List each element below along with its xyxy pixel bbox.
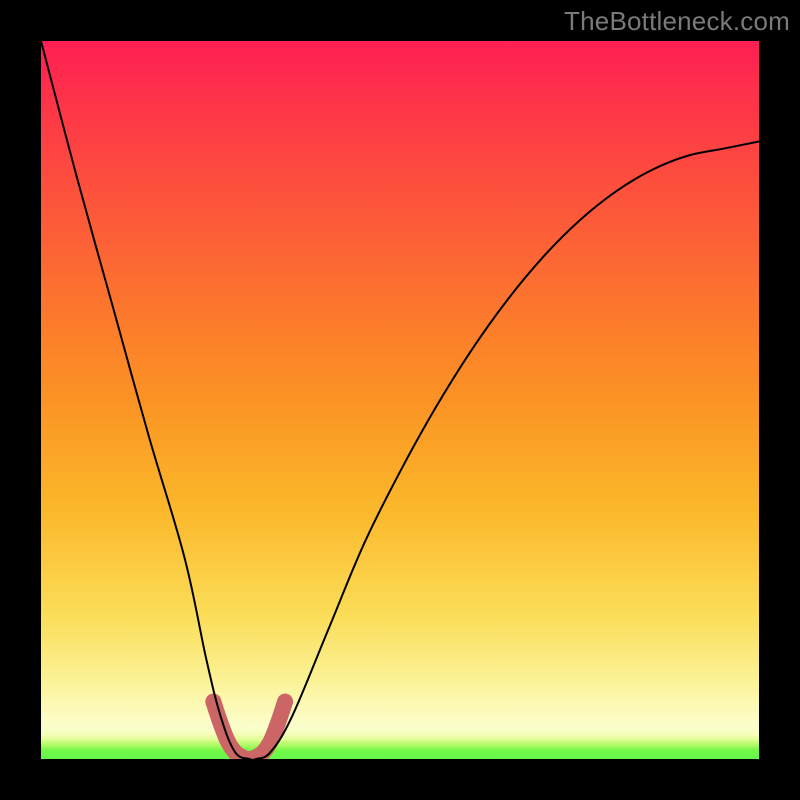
- gradient-background: [41, 41, 759, 759]
- plot-area: [41, 41, 759, 759]
- chart-frame: TheBottleneck.com: [0, 0, 800, 800]
- chart-svg: [41, 41, 759, 759]
- watermark-text: TheBottleneck.com: [564, 6, 790, 37]
